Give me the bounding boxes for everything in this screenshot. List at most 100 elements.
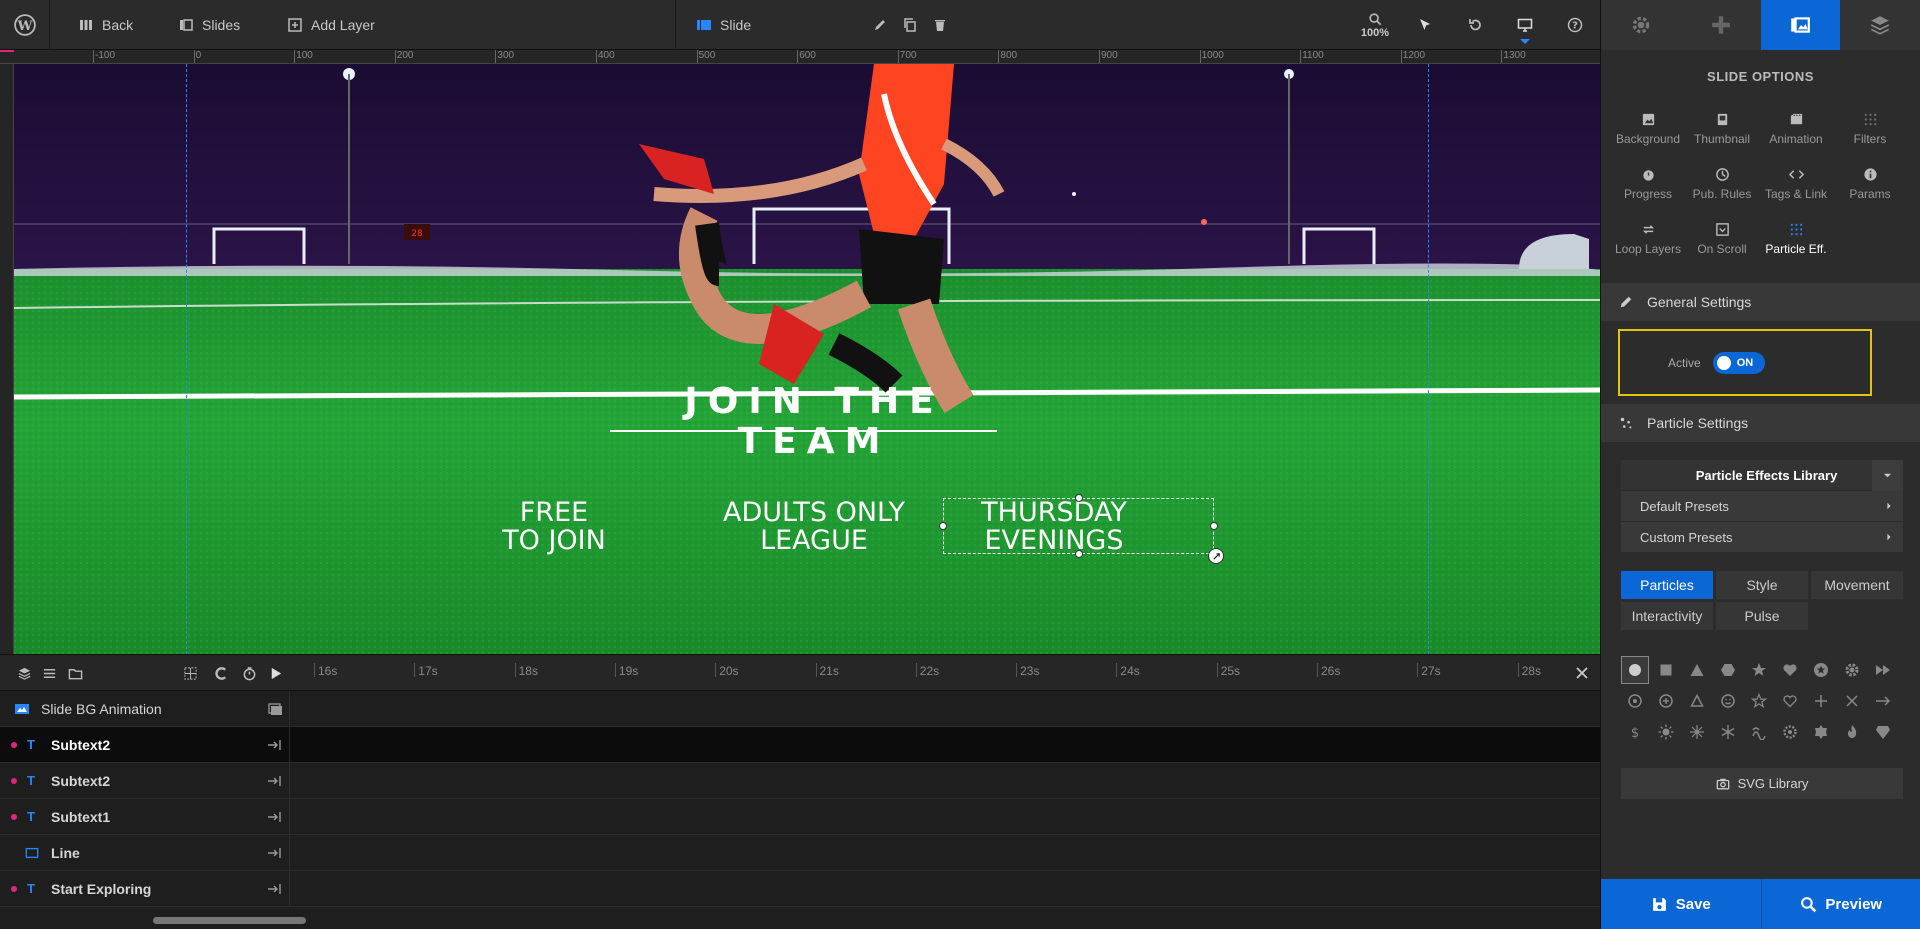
folder-button[interactable] (63, 655, 87, 691)
layer-name-cell[interactable]: T Subtext2 (0, 726, 290, 763)
particle-shape-option[interactable] (1745, 687, 1773, 715)
jump-to-layer-icon[interactable] (267, 773, 283, 789)
image-stack-icon[interactable] (267, 701, 283, 717)
device-desktop-button[interactable] (1505, 0, 1545, 50)
line-layer[interactable] (610, 430, 997, 432)
tab-navigation[interactable] (1681, 0, 1761, 50)
slide-option-loop-layers[interactable]: Loop Layers (1611, 222, 1685, 265)
subtext2-layer[interactable]: ADULTS ONLY LEAGUE (704, 499, 924, 555)
tab-slide-options[interactable] (1760, 0, 1841, 50)
jump-to-layer-icon[interactable] (267, 845, 283, 861)
particle-library-dropdown[interactable]: Particle Effects Library (1621, 460, 1903, 491)
particle-shape-option[interactable]: $ (1621, 718, 1649, 746)
particle-shape-option[interactable] (1683, 718, 1711, 746)
particle-shape-option[interactable] (1807, 718, 1835, 746)
zoom-control[interactable]: 100% (1355, 0, 1395, 50)
particle-shape-option[interactable] (1714, 687, 1742, 715)
particle-shape-option[interactable] (1869, 718, 1897, 746)
subtext1-layer[interactable]: FREE TO JOIN (454, 499, 654, 555)
save-button[interactable]: Save (1601, 879, 1761, 929)
slide-option-on-scroll[interactable]: On Scroll (1685, 222, 1759, 265)
particle-shape-option[interactable] (1745, 718, 1773, 746)
play-button[interactable] (263, 655, 287, 691)
layer-name-cell[interactable]: T Subtext1 (0, 798, 290, 835)
tab-style[interactable]: Style (1716, 571, 1808, 599)
close-timeline-icon[interactable] (1574, 665, 1590, 681)
particle-shape-option[interactable] (1652, 718, 1680, 746)
jump-to-layer-icon[interactable] (267, 737, 283, 753)
slide-option-particle-eff[interactable]: Particle Eff. (1759, 222, 1833, 265)
particle-shape-option[interactable] (1807, 687, 1835, 715)
slide-option-params[interactable]: Params (1833, 167, 1907, 210)
particle-shape-option[interactable] (1652, 656, 1680, 684)
select-tool-button[interactable] (1405, 0, 1445, 50)
particle-shape-option[interactable] (1869, 687, 1897, 715)
undo-button[interactable] (1455, 0, 1495, 50)
layer-selection-box[interactable] (939, 494, 1224, 564)
layer-row[interactable]: T Subtext2 (0, 762, 1600, 799)
particle-shape-option[interactable] (1869, 656, 1897, 684)
resize-handle-right[interactable] (1210, 522, 1218, 530)
rotate-handle-icon[interactable] (1208, 548, 1224, 564)
particle-settings-header[interactable]: Particle Settings (1601, 404, 1920, 442)
tab-particles[interactable]: Particles (1621, 571, 1713, 599)
timeline-horizontal-scrollbar[interactable] (153, 917, 306, 924)
slide-option-progress[interactable]: Progress (1611, 167, 1685, 210)
timeline-ruler[interactable]: 16s 17s 18s 19s 20s 21s 22s 23s 24s 25s 26s 27s 28s (290, 655, 1580, 691)
back-button[interactable]: Back (78, 0, 133, 50)
layer-name-cell[interactable]: T Start Exploring (0, 870, 290, 907)
general-settings-header[interactable]: General Settings (1601, 283, 1920, 321)
svg-library-button[interactable]: SVG Library (1621, 768, 1903, 799)
particle-shape-option[interactable] (1621, 656, 1649, 684)
resize-handle-bottom[interactable] (1075, 550, 1083, 558)
layer-row[interactable]: T Subtext2 (0, 726, 1600, 763)
grid-snap-button[interactable] (178, 655, 202, 691)
particle-shape-option[interactable] (1776, 656, 1804, 684)
particle-shape-option[interactable] (1683, 656, 1711, 684)
layer-name-cell[interactable]: T Subtext2 (0, 762, 290, 799)
slide-option-tags-link[interactable]: Tags & Link (1759, 167, 1833, 210)
slide-option-thumbnail[interactable]: Thumbnail (1685, 112, 1759, 155)
tab-movement[interactable]: Movement (1811, 571, 1903, 599)
particle-shape-option[interactable] (1714, 718, 1742, 746)
layer-row[interactable]: T Start Exploring (0, 870, 1600, 907)
tab-layer-options[interactable] (1840, 0, 1920, 50)
tab-interactivity[interactable]: Interactivity (1621, 602, 1713, 630)
slide-option-pub-rules[interactable]: Pub. Rules (1685, 167, 1759, 210)
help-button[interactable]: ? (1555, 0, 1595, 50)
particle-shape-option[interactable] (1776, 718, 1804, 746)
resize-handle-left[interactable] (939, 522, 947, 530)
jump-to-layer-icon[interactable] (267, 809, 283, 825)
active-toggle[interactable]: ON (1712, 351, 1765, 374)
timer-button[interactable] (237, 655, 261, 691)
particle-shape-option[interactable] (1621, 687, 1649, 715)
layer-row[interactable]: Line (0, 834, 1600, 871)
list-view-button[interactable] (37, 655, 61, 691)
title-text-layer[interactable]: JOIN THE TEAM (609, 382, 1019, 462)
slide-selector[interactable]: Slide (696, 0, 751, 50)
particle-shape-option[interactable] (1838, 687, 1866, 715)
slide-option-background[interactable]: Background (1611, 112, 1685, 155)
tab-pulse[interactable]: Pulse (1716, 602, 1808, 630)
particle-shape-option[interactable] (1652, 687, 1680, 715)
slides-button[interactable]: Slides (178, 0, 240, 50)
layers-view-button[interactable] (12, 655, 36, 691)
resize-handle-top[interactable] (1075, 494, 1083, 502)
layer-name-cell[interactable]: Line (0, 834, 290, 871)
tab-module-settings[interactable] (1601, 0, 1681, 50)
slide-option-filters[interactable]: Filters (1833, 112, 1907, 155)
preview-button[interactable]: Preview (1760, 879, 1920, 929)
custom-presets-row[interactable]: Custom Presets (1621, 522, 1903, 553)
jump-to-layer-icon[interactable] (267, 881, 283, 897)
particle-shape-option[interactable] (1838, 718, 1866, 746)
delete-slide-button[interactable] (920, 0, 960, 50)
particle-shape-option[interactable] (1745, 656, 1773, 684)
particle-shape-option[interactable] (1683, 687, 1711, 715)
layer-row[interactable]: T Subtext1 (0, 798, 1600, 835)
slide-option-animation[interactable]: Animation (1759, 112, 1833, 155)
particle-shape-option[interactable] (1776, 687, 1804, 715)
layer-row[interactable]: Slide BG Animation (0, 690, 1600, 727)
add-layer-button[interactable]: Add Layer (287, 0, 375, 50)
layer-name-cell[interactable]: Slide BG Animation (0, 690, 290, 727)
particle-shape-option[interactable] (1838, 656, 1866, 684)
